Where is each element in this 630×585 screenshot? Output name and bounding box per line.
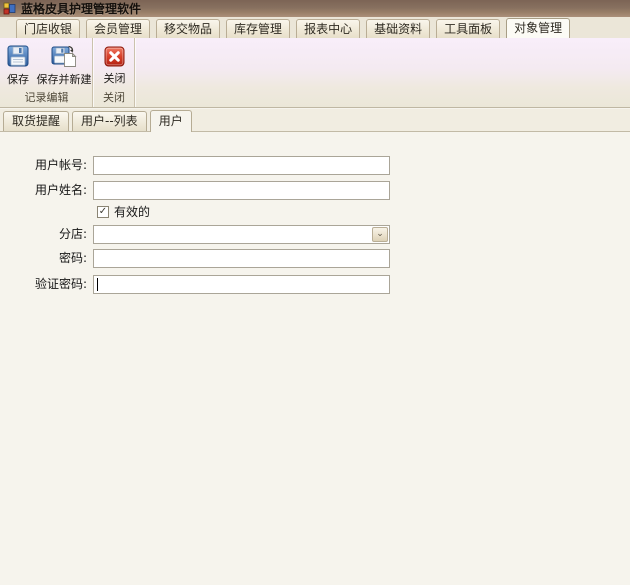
ribbon-group-close: 关闭 关闭 <box>94 38 135 107</box>
group-caption-close: 关闭 <box>94 89 134 105</box>
save-icon <box>6 44 30 68</box>
tab-tool-panel[interactable]: 工具面板 <box>436 19 500 38</box>
window-title: 蓝格皮具护理管理软件 <box>21 0 141 17</box>
save-and-new-icon <box>51 44 77 68</box>
tab-base-data[interactable]: 基础资料 <box>366 19 430 38</box>
account-input[interactable] <box>93 156 390 175</box>
save-and-new-button-label: 保存并新建 <box>37 71 92 87</box>
save-and-new-button[interactable]: 保存并新建 <box>35 41 93 88</box>
checkmark-icon: ✓ <box>99 207 107 217</box>
subtab-user-list[interactable]: 用户--列表 <box>72 111 147 131</box>
valid-checkbox[interactable]: ✓ <box>97 206 109 218</box>
main-tabstrip: 门店收银 会员管理 移交物品 库存管理 报表中心 基础资料 工具面板 对象管理 <box>0 17 630 38</box>
password-label: 密码: <box>0 249 87 268</box>
ribbon-group-record-edit: 保存 保存并新建 记录编辑 <box>1 38 93 107</box>
confirm-password-input[interactable] <box>93 275 390 294</box>
username-label: 用户姓名: <box>0 181 87 200</box>
chevron-down-icon: ⌄ <box>376 230 384 239</box>
save-button[interactable]: 保存 <box>1 41 35 88</box>
tab-inventory-mgmt[interactable]: 库存管理 <box>226 19 290 38</box>
close-icon <box>104 46 125 67</box>
app-icon <box>3 2 16 15</box>
subtab-pickup-reminder[interactable]: 取货提醒 <box>3 111 69 131</box>
branch-combobox[interactable]: ⌄ <box>93 225 390 244</box>
tab-report-center[interactable]: 报表中心 <box>296 19 360 38</box>
valid-checkbox-row: ✓ 有效的 <box>97 205 150 219</box>
close-button[interactable]: 关闭 <box>95 41 134 87</box>
close-button-label: 关闭 <box>104 70 126 86</box>
subtab-user[interactable]: 用户 <box>150 110 192 132</box>
account-label: 用户帐号: <box>0 156 87 175</box>
tab-member-mgmt[interactable]: 会员管理 <box>86 19 150 38</box>
branch-label: 分店: <box>0 225 87 244</box>
sub-tabstrip: 取货提醒 用户--列表 用户 <box>0 109 630 132</box>
ribbon-toolbar: 保存 保存并新建 记录编辑 <box>0 38 630 108</box>
user-form: 用户帐号: 用户姓名: ✓ 有效的 分店: ⌄ 密码: 验证密码: <box>0 132 630 585</box>
tab-store-cashier[interactable]: 门店收银 <box>16 19 80 38</box>
tab-object-mgmt[interactable]: 对象管理 <box>506 18 570 38</box>
username-input[interactable] <box>93 181 390 200</box>
password-input[interactable] <box>93 249 390 268</box>
text-cursor <box>97 278 98 291</box>
group-caption-record-edit: 记录编辑 <box>1 89 92 105</box>
titlebar: 蓝格皮具护理管理软件 <box>0 0 630 17</box>
confirm-password-label: 验证密码: <box>0 275 87 294</box>
tab-transfer-items[interactable]: 移交物品 <box>156 19 220 38</box>
valid-checkbox-label[interactable]: 有效的 <box>114 206 150 219</box>
save-button-label: 保存 <box>7 71 29 87</box>
branch-dropdown-button[interactable]: ⌄ <box>372 227 388 242</box>
